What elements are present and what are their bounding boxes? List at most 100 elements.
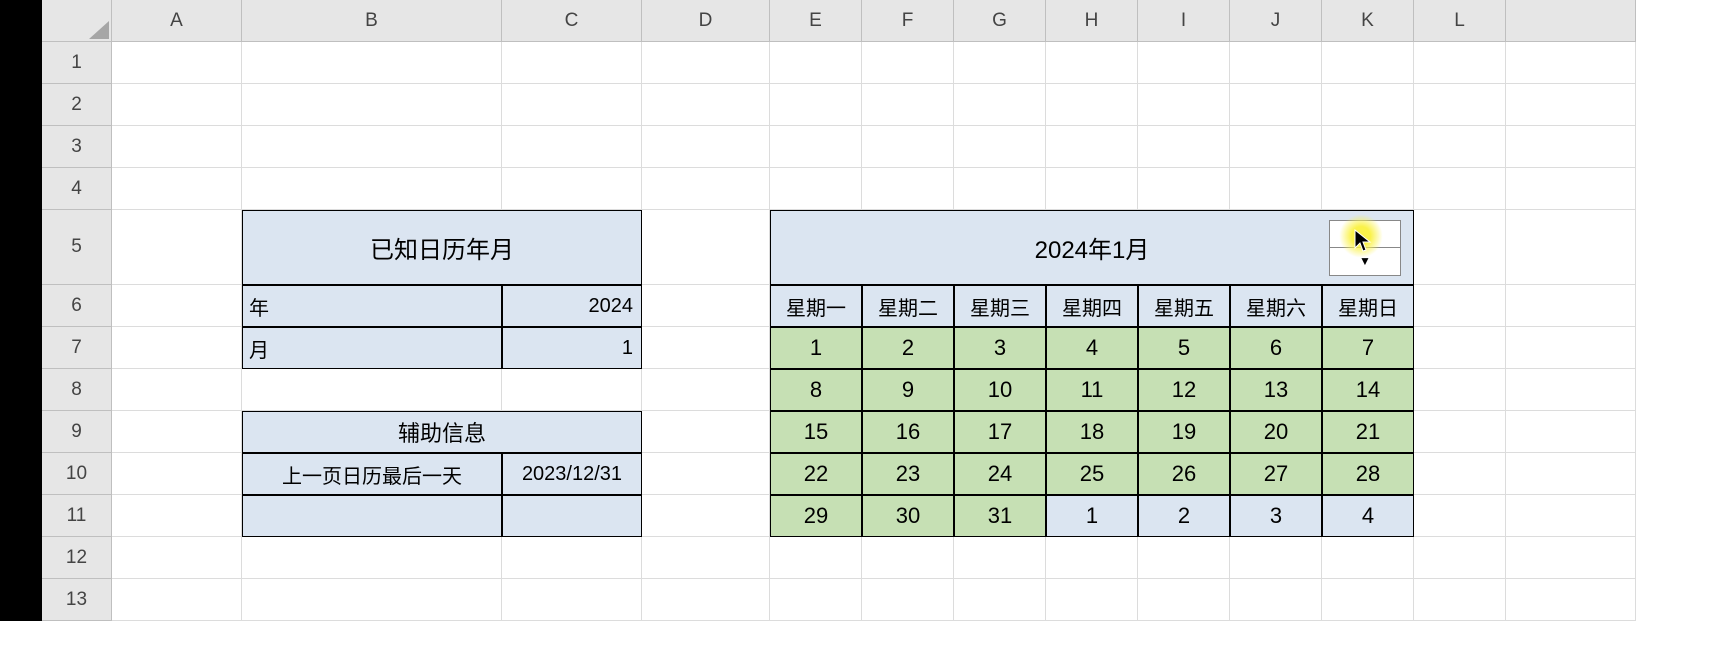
calendar-day[interactable]: 2 [862,327,954,369]
cell[interactable] [1322,168,1414,210]
cell[interactable] [1414,285,1506,327]
calendar-day[interactable]: 25 [1046,453,1138,495]
row-header[interactable]: 10 [42,453,112,495]
cell[interactable] [1046,168,1138,210]
calendar-day[interactable]: 23 [862,453,954,495]
cell[interactable] [502,537,642,579]
cell[interactable] [1046,579,1138,621]
cell[interactable] [642,126,770,168]
cell[interactable] [1230,126,1322,168]
cell[interactable] [954,579,1046,621]
cell[interactable] [862,42,954,84]
calendar-day[interactable]: 27 [1230,453,1322,495]
cell[interactable] [1138,42,1230,84]
cell[interactable] [642,453,770,495]
row-header[interactable]: 13 [42,579,112,621]
cell[interactable] [862,579,954,621]
cell[interactable] [1506,369,1636,411]
cell[interactable] [1506,126,1636,168]
calendar-day[interactable]: 8 [770,369,862,411]
cell[interactable] [1414,84,1506,126]
cell[interactable] [642,84,770,126]
row-header[interactable]: 4 [42,168,112,210]
cell[interactable] [1414,327,1506,369]
cell[interactable] [770,84,862,126]
cell[interactable] [770,537,862,579]
column-header[interactable]: L [1414,0,1506,42]
calendar-day[interactable]: 4 [1322,495,1414,537]
cell[interactable] [954,168,1046,210]
cell[interactable] [642,327,770,369]
cell[interactable] [242,579,502,621]
cell[interactable] [1506,327,1636,369]
cell[interactable] [1046,42,1138,84]
calendar-day[interactable]: 24 [954,453,1046,495]
cell[interactable] [1230,42,1322,84]
spinner-down-button[interactable]: ▼ [1330,248,1400,275]
cell[interactable] [242,537,502,579]
cell[interactable] [1322,84,1414,126]
calendar-day[interactable]: 22 [770,453,862,495]
calendar-day[interactable]: 6 [1230,327,1322,369]
cell[interactable] [1138,126,1230,168]
cell[interactable] [112,369,242,411]
cell[interactable] [112,579,242,621]
cell[interactable] [1506,453,1636,495]
cell[interactable] [770,42,862,84]
column-header[interactable]: I [1138,0,1230,42]
cell[interactable] [1414,495,1506,537]
cell[interactable] [1138,537,1230,579]
cell[interactable] [1414,537,1506,579]
cell[interactable] [1046,537,1138,579]
calendar-day[interactable]: 7 [1322,327,1414,369]
calendar-day[interactable]: 29 [770,495,862,537]
cell[interactable] [1506,579,1636,621]
select-all-corner[interactable] [42,0,112,42]
cell[interactable] [862,168,954,210]
calendar-day[interactable]: 18 [1046,411,1138,453]
row-header[interactable]: 5 [42,210,112,285]
row-header[interactable]: 3 [42,126,112,168]
cell[interactable] [242,369,502,411]
cell[interactable] [112,411,242,453]
cell[interactable] [112,42,242,84]
column-header[interactable]: A [112,0,242,42]
cell[interactable] [862,537,954,579]
row-header[interactable]: 7 [42,327,112,369]
cell[interactable] [862,126,954,168]
cell[interactable] [242,84,502,126]
row-header[interactable]: 8 [42,369,112,411]
cell[interactable] [1414,42,1506,84]
calendar-day[interactable]: 3 [954,327,1046,369]
cell[interactable] [1414,579,1506,621]
cell[interactable] [1230,537,1322,579]
row-header[interactable]: 2 [42,84,112,126]
month-value[interactable]: 1 [502,327,642,369]
cell[interactable] [642,579,770,621]
cell[interactable] [112,537,242,579]
row-header[interactable]: 12 [42,537,112,579]
calendar-day[interactable]: 30 [862,495,954,537]
row-header[interactable]: 9 [42,411,112,453]
cell[interactable] [642,168,770,210]
cell[interactable] [642,411,770,453]
cell[interactable] [1506,285,1636,327]
row-header[interactable]: 11 [42,495,112,537]
calendar-day[interactable]: 4 [1046,327,1138,369]
cell[interactable] [1506,210,1636,285]
cell[interactable] [1506,411,1636,453]
cell[interactable] [242,42,502,84]
calendar-day[interactable]: 14 [1322,369,1414,411]
cell[interactable] [1138,579,1230,621]
cell[interactable] [1138,84,1230,126]
cell[interactable] [862,84,954,126]
cell[interactable] [642,42,770,84]
spinner-up-button[interactable]: ▲ [1330,221,1400,249]
cell[interactable] [642,537,770,579]
calendar-day[interactable]: 16 [862,411,954,453]
column-header[interactable]: C [502,0,642,42]
calendar-day[interactable]: 21 [1322,411,1414,453]
cell[interactable] [1506,168,1636,210]
column-header[interactable]: D [642,0,770,42]
cell[interactable] [1046,84,1138,126]
